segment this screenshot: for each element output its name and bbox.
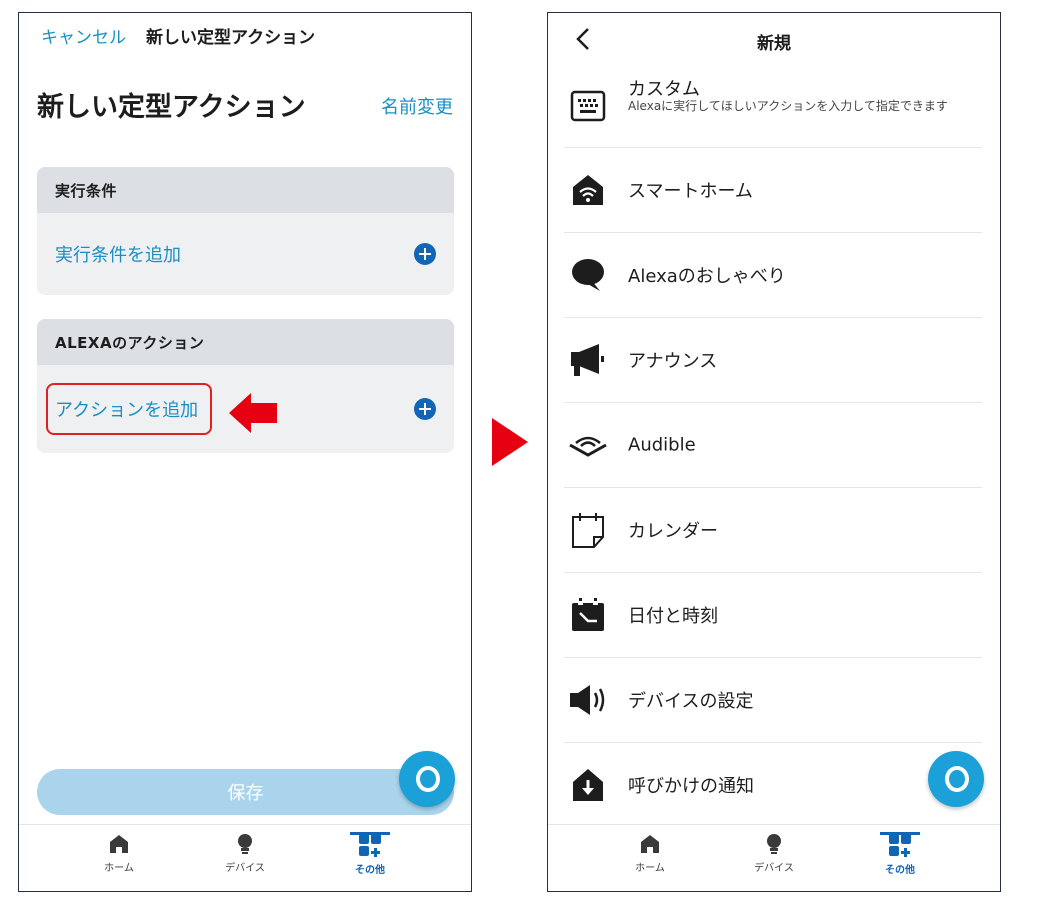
nav-active-indicator bbox=[880, 832, 920, 835]
nav-more[interactable]: その他 bbox=[860, 832, 940, 876]
list-item-label: デバイスの設定 bbox=[628, 691, 754, 712]
list-item-label: カスタム bbox=[628, 79, 700, 100]
nav-home[interactable]: ホーム bbox=[79, 833, 159, 874]
list-item-label: Audible bbox=[628, 434, 696, 456]
list-item-label: カレンダー bbox=[628, 521, 718, 542]
add-action-label[interactable]: アクションを追加 bbox=[55, 396, 198, 422]
nav-more[interactable]: その他 bbox=[330, 832, 410, 876]
page-title: 新しい定型アクション bbox=[37, 92, 306, 123]
list-item-device-settings[interactable]: デバイスの設定 bbox=[564, 658, 982, 743]
audible-icon bbox=[568, 425, 608, 465]
list-item-smart-home[interactable]: スマートホーム bbox=[564, 148, 982, 233]
action-type-list: カスタム Alexaに実行してほしいアクションを入力して指定できます スマートホ… bbox=[564, 65, 982, 828]
rename-button[interactable]: 名前変更 bbox=[381, 93, 453, 119]
bulb-icon bbox=[767, 834, 781, 854]
bulb-icon bbox=[238, 834, 252, 854]
list-item-audible[interactable]: Audible bbox=[564, 403, 982, 488]
calendar-icon bbox=[568, 510, 608, 550]
actions-header: ALEXAのアクション bbox=[37, 319, 454, 365]
list-item-date-time[interactable]: 日付と時刻 bbox=[564, 573, 982, 658]
nav-active-indicator bbox=[350, 832, 390, 835]
add-condition-label[interactable]: 実行条件を追加 bbox=[55, 241, 181, 267]
list-item-alexa-talk[interactable]: Alexaのおしゃべり bbox=[564, 233, 982, 318]
new-action-screen: 新規 カスタム Alexaに実行してほしいアクションを入力して指定できます スマ… bbox=[547, 12, 1001, 892]
speech-bubble-icon bbox=[568, 255, 608, 295]
nav-more-label: その他 bbox=[355, 865, 385, 876]
top-bar-title: 新しい定型アクション bbox=[146, 27, 316, 48]
list-item-custom[interactable]: カスタム Alexaに実行してほしいアクションを入力して指定できます bbox=[564, 65, 982, 148]
conditions-header: 実行条件 bbox=[37, 167, 454, 213]
smart-home-icon bbox=[568, 170, 608, 210]
header: 新規 bbox=[548, 13, 1000, 67]
list-item-label: アナウンス bbox=[628, 351, 718, 372]
bottom-nav: ホーム デバイス その他 bbox=[548, 824, 1000, 891]
conditions-card: 実行条件 実行条件を追加 bbox=[37, 167, 454, 295]
home-icon bbox=[641, 835, 659, 853]
cancel-button[interactable]: キャンセル bbox=[41, 23, 126, 48]
nav-home-label: ホーム bbox=[104, 863, 134, 874]
list-item-calendar[interactable]: カレンダー bbox=[564, 488, 982, 573]
list-item-notification[interactable]: 呼びかけの通知 bbox=[564, 743, 982, 828]
top-bar: キャンセル 新しい定型アクション bbox=[41, 23, 316, 48]
list-item-label: スマートホーム bbox=[628, 181, 753, 202]
keyboard-icon bbox=[568, 86, 608, 126]
nav-home-label: ホーム bbox=[635, 863, 665, 874]
nav-devices-label: デバイス bbox=[225, 863, 265, 874]
nav-more-label: その他 bbox=[885, 865, 915, 876]
list-item-label: 呼びかけの通知 bbox=[628, 776, 754, 797]
alexa-button[interactable] bbox=[928, 751, 984, 807]
save-button[interactable]: 保存 bbox=[37, 769, 454, 815]
date-time-icon bbox=[568, 595, 608, 635]
next-step-arrow-icon bbox=[492, 418, 528, 466]
megaphone-icon bbox=[568, 340, 608, 380]
add-condition-row[interactable]: 実行条件を追加 bbox=[37, 213, 454, 295]
grid-plus-icon bbox=[359, 834, 381, 857]
nav-devices-label: デバイス bbox=[754, 863, 794, 874]
routine-editor-screen: キャンセル 新しい定型アクション 新しい定型アクション 名前変更 実行条件 実行… bbox=[18, 12, 472, 892]
page-title: 新規 bbox=[757, 34, 791, 54]
nav-home[interactable]: ホーム bbox=[610, 833, 690, 874]
speaker-icon bbox=[568, 680, 608, 720]
home-icon bbox=[110, 835, 128, 853]
alexa-button[interactable] bbox=[399, 751, 455, 807]
bottom-nav: ホーム デバイス その他 bbox=[19, 824, 471, 891]
list-item-label: 日付と時刻 bbox=[628, 606, 718, 627]
nav-devices[interactable]: デバイス bbox=[205, 833, 285, 874]
grid-plus-icon bbox=[889, 834, 911, 857]
nav-devices[interactable]: デバイス bbox=[734, 833, 814, 874]
red-pointer-arrow-icon bbox=[229, 393, 277, 433]
notification-icon bbox=[568, 765, 608, 805]
list-item-announce[interactable]: アナウンス bbox=[564, 318, 982, 403]
add-condition-plus-icon[interactable] bbox=[414, 243, 436, 265]
add-action-plus-icon[interactable] bbox=[414, 398, 436, 420]
list-item-description: Alexaに実行してほしいアクションを入力して指定できます bbox=[628, 99, 948, 113]
list-item-label: Alexaのおしゃべり bbox=[628, 266, 786, 287]
